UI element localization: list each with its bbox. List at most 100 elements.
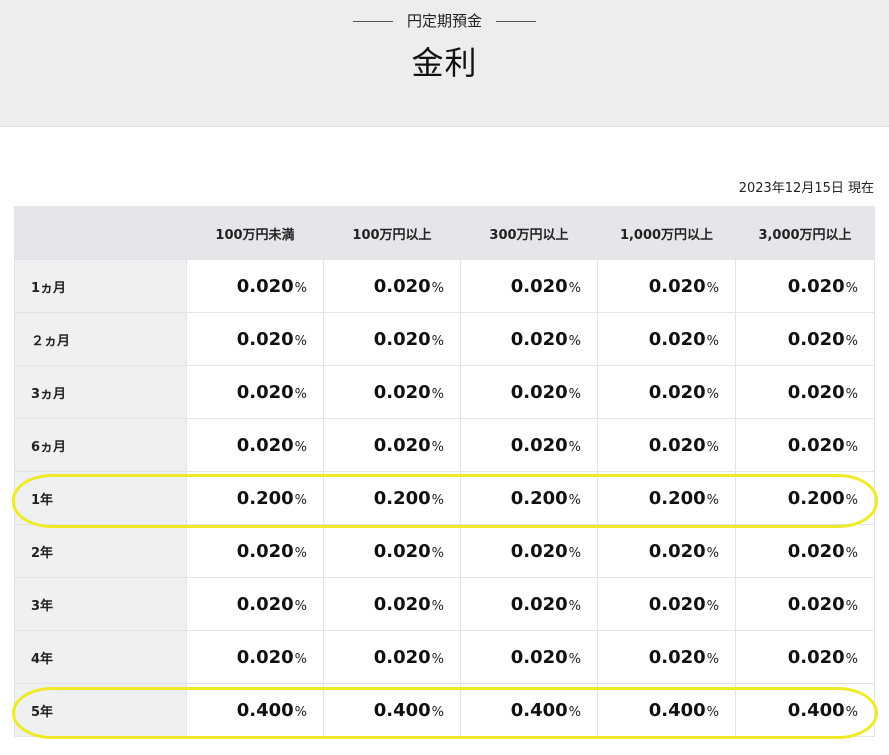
column-header: 100万円未満 (186, 206, 324, 260)
row-term-label: 3ヵ月 (14, 365, 187, 419)
rate-unit: % (845, 386, 858, 402)
rate-unit: % (294, 598, 307, 614)
rate-value: 0.020 (236, 593, 294, 615)
rate-value: 0.200 (787, 487, 845, 509)
rate-value: 0.200 (510, 487, 568, 509)
rate-unit: % (845, 545, 858, 561)
rate-unit: % (431, 598, 444, 614)
rate-cell: 0.020% (323, 524, 461, 578)
rate-cell: 0.020% (323, 577, 461, 631)
row-term-label: ２ヵ月 (14, 312, 187, 366)
rate-unit: % (706, 545, 719, 561)
rate-value: 0.400 (373, 699, 431, 721)
rate-value: 0.020 (236, 646, 294, 668)
table-header-row: 100万円未満 100万円以上 300万円以上 1,000万円以上 3,000万… (14, 206, 875, 260)
rate-unit: % (294, 280, 307, 296)
rate-unit: % (706, 651, 719, 667)
rate-value: 0.020 (787, 381, 845, 403)
rate-cell: 0.200% (735, 471, 875, 525)
page-hero: 円定期預金 金利 (0, 0, 889, 127)
rate-value: 0.020 (648, 381, 706, 403)
rate-unit: % (706, 439, 719, 455)
rate-unit: % (294, 704, 307, 720)
row-term-label: 5年 (14, 683, 187, 737)
table-row: 3年 0.020% 0.020% 0.020% 0.020% 0.020% (14, 577, 875, 631)
rate-cell: 0.020% (460, 418, 598, 472)
rate-unit: % (706, 598, 719, 614)
rate-value: 0.020 (648, 275, 706, 297)
rate-value: 0.020 (236, 540, 294, 562)
rate-unit: % (431, 280, 444, 296)
rate-unit: % (706, 386, 719, 402)
rate-unit: % (568, 492, 581, 508)
as-of-date: 2023年12月15日 現在 (738, 181, 874, 196)
rate-value: 0.020 (373, 381, 431, 403)
rate-unit: % (294, 492, 307, 508)
rate-unit: % (568, 651, 581, 667)
rate-value: 0.020 (373, 434, 431, 456)
rate-unit: % (568, 704, 581, 720)
rate-value: 0.020 (236, 328, 294, 350)
rate-unit: % (845, 439, 858, 455)
rate-value: 0.020 (787, 593, 845, 615)
rate-value: 0.400 (648, 699, 706, 721)
table-row: ２ヵ月 0.020% 0.020% 0.020% 0.020% 0.020% (14, 312, 875, 366)
rate-cell: 0.020% (186, 630, 324, 684)
rate-value: 0.020 (510, 275, 568, 297)
rate-cell: 0.020% (460, 577, 598, 631)
rate-value: 0.020 (236, 275, 294, 297)
row-term-label: 1ヵ月 (14, 259, 187, 313)
rate-value: 0.200 (648, 487, 706, 509)
rate-cell: 0.020% (735, 630, 875, 684)
table-row: 1年 0.200% 0.200% 0.200% 0.200% 0.200% (14, 471, 875, 525)
rate-unit: % (431, 651, 444, 667)
rate-value: 0.400 (510, 699, 568, 721)
column-header: 3,000万円以上 (735, 206, 875, 260)
rate-unit: % (568, 439, 581, 455)
rate-value: 0.020 (373, 593, 431, 615)
divider-left (352, 21, 393, 22)
rate-cell: 0.020% (186, 577, 324, 631)
rate-value: 0.020 (236, 381, 294, 403)
rate-unit: % (845, 704, 858, 720)
row-term-label: 3年 (14, 577, 187, 631)
rate-unit: % (706, 492, 719, 508)
row-term-label: 6ヵ月 (14, 418, 187, 472)
rate-cell: 0.020% (735, 365, 875, 419)
rate-value: 0.020 (373, 540, 431, 562)
rate-unit: % (706, 704, 719, 720)
table-body: 1ヵ月 0.020% 0.020% 0.020% 0.020% 0.020% ２ヵ月 0.02… (14, 259, 875, 737)
page-subtitle: 円定期預金 (0, 10, 889, 31)
rate-value: 0.020 (648, 646, 706, 668)
rate-unit: % (294, 386, 307, 402)
rate-cell: 0.020% (597, 259, 736, 313)
rate-cell: 0.020% (460, 630, 598, 684)
rate-value: 0.020 (648, 434, 706, 456)
rate-value: 0.020 (510, 646, 568, 668)
row-term-label: 2年 (14, 524, 187, 578)
header-corner-cell (14, 206, 187, 260)
rate-unit: % (845, 651, 858, 667)
row-term-label: 4年 (14, 630, 187, 684)
table-row: 1ヵ月 0.020% 0.020% 0.020% 0.020% 0.020% (14, 259, 875, 313)
rate-cell: 0.400% (735, 683, 875, 737)
rate-cell: 0.200% (323, 471, 461, 525)
rate-cell: 0.400% (323, 683, 461, 737)
rate-value: 0.020 (648, 593, 706, 615)
rate-cell: 0.020% (735, 418, 875, 472)
rate-unit: % (294, 545, 307, 561)
rate-cell: 0.200% (186, 471, 324, 525)
rate-unit: % (568, 545, 581, 561)
rate-value: 0.020 (373, 328, 431, 350)
rate-unit: % (568, 333, 581, 349)
rate-value: 0.020 (787, 646, 845, 668)
rate-cell: 0.020% (597, 577, 736, 631)
rate-unit: % (706, 333, 719, 349)
rate-value: 0.400 (236, 699, 294, 721)
rate-unit: % (845, 333, 858, 349)
rate-value: 0.020 (787, 328, 845, 350)
rate-value: 0.020 (510, 540, 568, 562)
rate-cell: 0.020% (460, 312, 598, 366)
rate-value: 0.020 (510, 328, 568, 350)
rate-unit: % (568, 598, 581, 614)
